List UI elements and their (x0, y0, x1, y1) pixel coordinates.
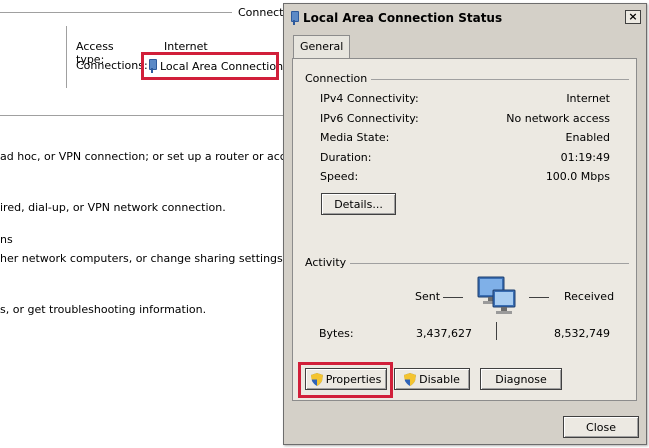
speed-label: Speed: (320, 170, 359, 183)
ipv4-value: Internet (566, 92, 610, 105)
received-dash (529, 297, 549, 298)
connect-network-text: ired, dial-up, or VPN network connection… (0, 201, 226, 214)
media-state-label: Media State: (320, 131, 390, 144)
dialog-title: Local Area Connection Status (303, 10, 503, 25)
connection-link-highlight (141, 52, 279, 80)
sharing-options-text: her network computers, or change sharing… (0, 252, 287, 265)
connection-group-line (361, 79, 629, 80)
connect-header-label: Connect (238, 6, 284, 19)
bytes-label: Bytes: (319, 327, 354, 340)
diagnose-button[interactable]: Diagnose (480, 368, 562, 390)
disable-button-label: Disable (419, 372, 460, 386)
media-state-value: Enabled (565, 131, 610, 144)
network-computers-icon (477, 276, 516, 314)
general-tab-panel: Connection IPv4 Connectivity: Internet I… (292, 58, 637, 401)
speed-value: 100.0 Mbps (545, 170, 610, 183)
sent-dash (443, 297, 463, 298)
ipv4-label: IPv4 Connectivity: (320, 92, 419, 105)
connection-group-label: Connection (305, 72, 372, 85)
header-divider (0, 12, 232, 13)
duration-value: 01:19:49 (560, 151, 610, 164)
uac-shield-icon (404, 372, 417, 386)
activity-group-label: Activity (305, 256, 351, 269)
dialog-titlebar[interactable]: Local Area Connection Status × (284, 4, 646, 31)
homegroup-heading-fragment: ns (0, 233, 13, 246)
disable-button[interactable]: Disable (394, 368, 470, 390)
activity-group-line (349, 263, 629, 264)
vertical-divider (66, 26, 67, 88)
connections-row: Connections: Local Area Connection (76, 59, 283, 73)
properties-button-highlight (298, 362, 393, 398)
bytes-divider (496, 322, 497, 340)
close-icon[interactable]: × (625, 10, 641, 24)
details-button[interactable]: Details... (321, 193, 396, 215)
bytes-sent-value: 3,437,627 (416, 327, 472, 340)
ipv6-value: No network access (506, 112, 610, 125)
connections-label: Connections: (76, 59, 148, 72)
received-label: Received (564, 290, 615, 303)
section-divider (0, 115, 290, 116)
close-button[interactable]: Close (563, 416, 639, 438)
setup-connection-text: ad hoc, or VPN connection; or set up a r… (0, 150, 315, 163)
ipv6-label: IPv6 Connectivity: (320, 112, 419, 125)
network-adapter-icon (290, 10, 299, 25)
tab-general[interactable]: General (293, 35, 351, 59)
troubleshoot-text: s, or get troubleshooting information. (0, 303, 207, 316)
sent-label: Sent (415, 290, 441, 303)
bytes-received-value: 8,532,749 (554, 327, 610, 340)
duration-label: Duration: (320, 151, 372, 164)
